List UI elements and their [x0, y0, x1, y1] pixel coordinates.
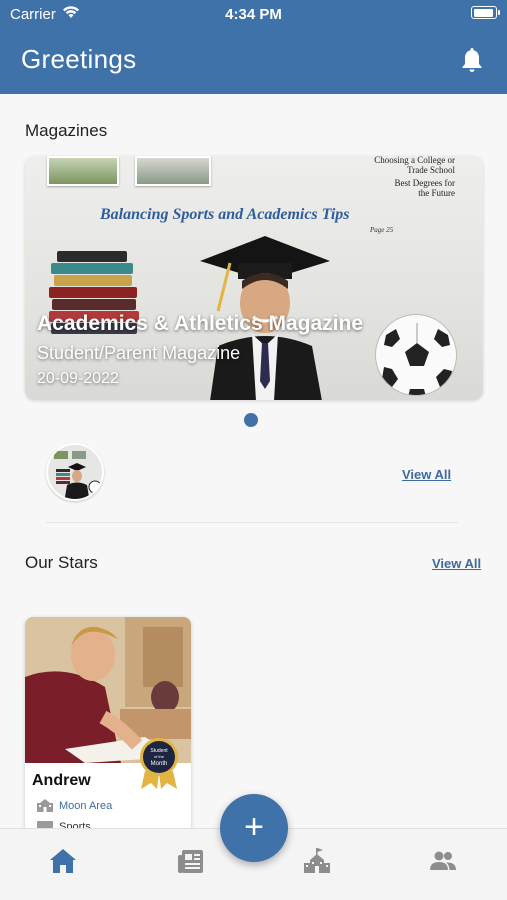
- star-location: Moon Area: [59, 800, 113, 812]
- cover-photo-desk: [135, 156, 211, 186]
- magazine-subtitle: Student/Parent Magazine: [37, 343, 241, 363]
- cover-line: Trade School: [407, 165, 455, 175]
- home-icon[interactable]: [48, 846, 78, 876]
- people-icon[interactable]: [428, 846, 458, 876]
- cover-photo-runners: [47, 156, 119, 186]
- newspaper-icon[interactable]: [176, 846, 206, 876]
- magazines-section-title: Magazines: [25, 121, 108, 140]
- star-name: Andrew: [32, 772, 91, 789]
- section-divider: [46, 522, 458, 523]
- add-button[interactable]: +: [220, 794, 288, 862]
- cover-page-number: Page 25: [370, 226, 394, 234]
- student-of-month-badge-icon: Student of the Month: [140, 738, 178, 789]
- magazine-date: 20-09-2022: [37, 370, 119, 387]
- clock: 4:34 PM: [225, 6, 282, 23]
- svg-text:of the: of the: [154, 754, 165, 759]
- our-stars-section-title: Our Stars: [25, 553, 98, 572]
- magazine-title: Academics & Athletics Magazine: [37, 312, 363, 335]
- magazine-carousel-slide[interactable]: Choosing a College or Trade School Best …: [25, 156, 483, 400]
- star-card[interactable]: Student of the Month Andrew Moon Area Sp…: [25, 617, 191, 842]
- school-icon[interactable]: [302, 846, 332, 876]
- magazine-thumbnail[interactable]: [46, 443, 104, 501]
- cover-banner: Balancing Sports and Academics Tips: [100, 206, 350, 223]
- battery-icon: [471, 6, 500, 19]
- app-header: Carrier 4:34 PM Greetings: [0, 0, 507, 94]
- carousel-page-indicator[interactable]: [244, 413, 258, 427]
- page-title: Greetings: [21, 44, 137, 74]
- school-building-icon: [37, 799, 53, 812]
- status-bar: Carrier 4:34 PM: [0, 0, 507, 28]
- soccer-ball-image: [375, 314, 457, 396]
- our-stars-view-all-link[interactable]: View All: [432, 556, 481, 571]
- svg-text:Month: Month: [151, 761, 168, 767]
- cover-line: the Future: [418, 188, 455, 198]
- magazines-view-all-link[interactable]: View All: [402, 467, 451, 482]
- bell-icon[interactable]: [459, 46, 485, 74]
